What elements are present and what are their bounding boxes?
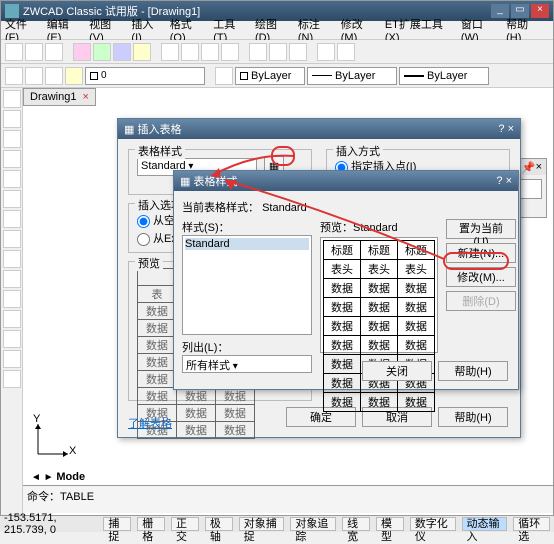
status-toggle[interactable]: 模型 — [376, 517, 404, 531]
style-list[interactable]: Standard — [182, 235, 312, 335]
set-current-button[interactable]: 置为当前(U) — [446, 219, 516, 239]
open-icon[interactable] — [25, 43, 43, 61]
tool-icon[interactable] — [113, 43, 131, 61]
status-toggle[interactable]: 动态输入 — [462, 517, 508, 531]
draw-tool-icon[interactable] — [3, 310, 21, 328]
tool-icon[interactable] — [215, 67, 233, 85]
tool-icon[interactable] — [73, 43, 91, 61]
layer-icon[interactable] — [65, 67, 83, 85]
dialog-title: 插入表格 — [137, 121, 181, 137]
close-icon[interactable]: × — [508, 123, 514, 135]
list-item[interactable]: Standard — [185, 238, 309, 250]
document-tab[interactable]: Drawing1× — [23, 88, 96, 106]
list-label: 样式(S)： — [182, 219, 312, 235]
status-toggle[interactable]: 正交 — [171, 517, 199, 531]
close-button[interactable]: 关闭 — [362, 361, 432, 381]
statusbar: -153.5171, 215.739, 0 捕捉 栅格 正交 极轴 对象捕捉 对… — [0, 515, 554, 532]
tool-icon[interactable] — [161, 43, 179, 61]
status-toggle[interactable]: 栅格 — [137, 517, 165, 531]
preview-box: 标题标题标题表头表头表头数据数据数据数据数据数据数据数据数据数据数据数据数据数据… — [320, 237, 438, 353]
toolbar-1 — [1, 40, 553, 64]
content-area: Drawing1× X Y ◄ ► Mode 属性📌 × 无选择 ▾ ▦ 插入表… — [1, 88, 553, 531]
delete-button: 删除(D) — [446, 291, 516, 311]
group-label: 预览 — [135, 255, 163, 271]
help-icon[interactable]: ? — [498, 123, 504, 135]
draw-tool-icon[interactable] — [3, 370, 21, 388]
draw-tool-icon[interactable] — [3, 230, 21, 248]
status-toggle[interactable]: 对象追踪 — [290, 517, 336, 531]
draw-tool-icon[interactable] — [3, 210, 21, 228]
draw-tool-icon[interactable] — [3, 270, 21, 288]
draw-tool-icon[interactable] — [3, 170, 21, 188]
coordinates: -153.5171, 215.739, 0 — [4, 512, 91, 536]
table-style-dialog: ▦ 表格样式 ? × 当前表格样式： Standard 样式(S)： — [173, 170, 519, 390]
draw-tool-icon[interactable] — [3, 130, 21, 148]
save-icon[interactable] — [45, 43, 63, 61]
draw-tool-icon[interactable] — [3, 330, 21, 348]
draw-tool-icon[interactable] — [3, 250, 21, 268]
close-icon[interactable]: × — [536, 161, 542, 173]
status-toggle[interactable]: 捕捉 — [103, 517, 131, 531]
current-value: Standard — [262, 202, 307, 214]
status-toggle[interactable]: 线宽 — [342, 517, 370, 531]
drawing-area[interactable]: Drawing1× X Y ◄ ► Mode 属性📌 × 无选择 ▾ ▦ 插入表… — [23, 88, 553, 531]
tool-icon[interactable] — [45, 67, 63, 85]
status-toggle[interactable]: 极轴 — [205, 517, 233, 531]
tool-icon[interactable] — [269, 43, 287, 61]
tool-icon[interactable] — [289, 43, 307, 61]
tool-icon[interactable] — [5, 67, 23, 85]
current-label: 当前表格样式： — [182, 202, 259, 214]
draw-tool-icon[interactable] — [3, 290, 21, 308]
menubar: 文件(F) 编辑(E) 视图(V) 插入(I) 格式(O) 工具(T) 绘图(D… — [1, 21, 553, 40]
modify-button[interactable]: 修改(M)... — [446, 267, 516, 287]
filter-select[interactable]: 所有样式 ▾ — [182, 355, 312, 373]
tool-icon[interactable] — [201, 43, 219, 61]
tool-icon[interactable] — [337, 43, 355, 61]
status-toggle[interactable]: 数字化仪 — [410, 517, 456, 531]
lineweight-select[interactable]: ByLayer — [399, 67, 489, 85]
tool-icon[interactable] — [317, 43, 335, 61]
help-icon[interactable]: ? — [496, 175, 502, 187]
help-button[interactable]: 帮助(H) — [438, 407, 508, 427]
close-icon[interactable]: × — [506, 175, 512, 187]
filter-label: 列出(L)： — [182, 339, 312, 355]
dialog-titlebar[interactable]: ▦ 表格样式 ? × — [174, 171, 518, 191]
left-toolbar — [1, 88, 23, 531]
dialog-icon: ▦ — [180, 175, 190, 188]
layer-select[interactable]: 0 — [85, 67, 205, 85]
command-line[interactable]: 命令：TABLE — [23, 485, 553, 513]
dialog-icon: ▦ — [124, 123, 134, 136]
new-button[interactable]: 新建(N)... — [446, 243, 516, 263]
new-icon[interactable] — [5, 43, 23, 61]
pin-icon[interactable]: 📌 — [522, 161, 536, 174]
dialog-title: 表格样式 — [193, 173, 237, 189]
color-select[interactable]: ByLayer — [235, 67, 305, 85]
dialog-titlebar[interactable]: ▦ 插入表格 ? × — [118, 119, 520, 139]
help-button[interactable]: 帮助(H) — [438, 361, 508, 381]
tool-icon[interactable] — [25, 67, 43, 85]
draw-tool-icon[interactable] — [3, 190, 21, 208]
linetype-select[interactable]: ByLayer — [307, 67, 397, 85]
draw-tool-icon[interactable] — [3, 90, 21, 108]
preview-label: 预览： — [320, 222, 353, 234]
group-label: 插入方式 — [333, 143, 383, 159]
status-toggle[interactable]: 循环选 — [513, 517, 550, 531]
tool-icon[interactable] — [221, 43, 239, 61]
toolbar-2: 0 ByLayer ByLayer ByLayer — [1, 64, 553, 88]
close-icon[interactable]: × — [82, 91, 88, 103]
ucs-icon: X Y — [33, 419, 73, 461]
tool-icon[interactable] — [181, 43, 199, 61]
draw-tool-icon[interactable] — [3, 150, 21, 168]
app-window: ZWCAD Classic 试用版 - [Drawing1] _ ▭ × 文件(… — [0, 0, 554, 532]
draw-tool-icon[interactable] — [3, 110, 21, 128]
tool-icon[interactable] — [133, 43, 151, 61]
group-label: 表格样式 — [135, 143, 185, 159]
tool-icon[interactable] — [93, 43, 111, 61]
status-toggle[interactable]: 对象捕捉 — [239, 517, 285, 531]
tool-icon[interactable] — [249, 43, 267, 61]
draw-tool-icon[interactable] — [3, 350, 21, 368]
model-tabs[interactable]: ◄ ► Mode — [31, 471, 85, 483]
